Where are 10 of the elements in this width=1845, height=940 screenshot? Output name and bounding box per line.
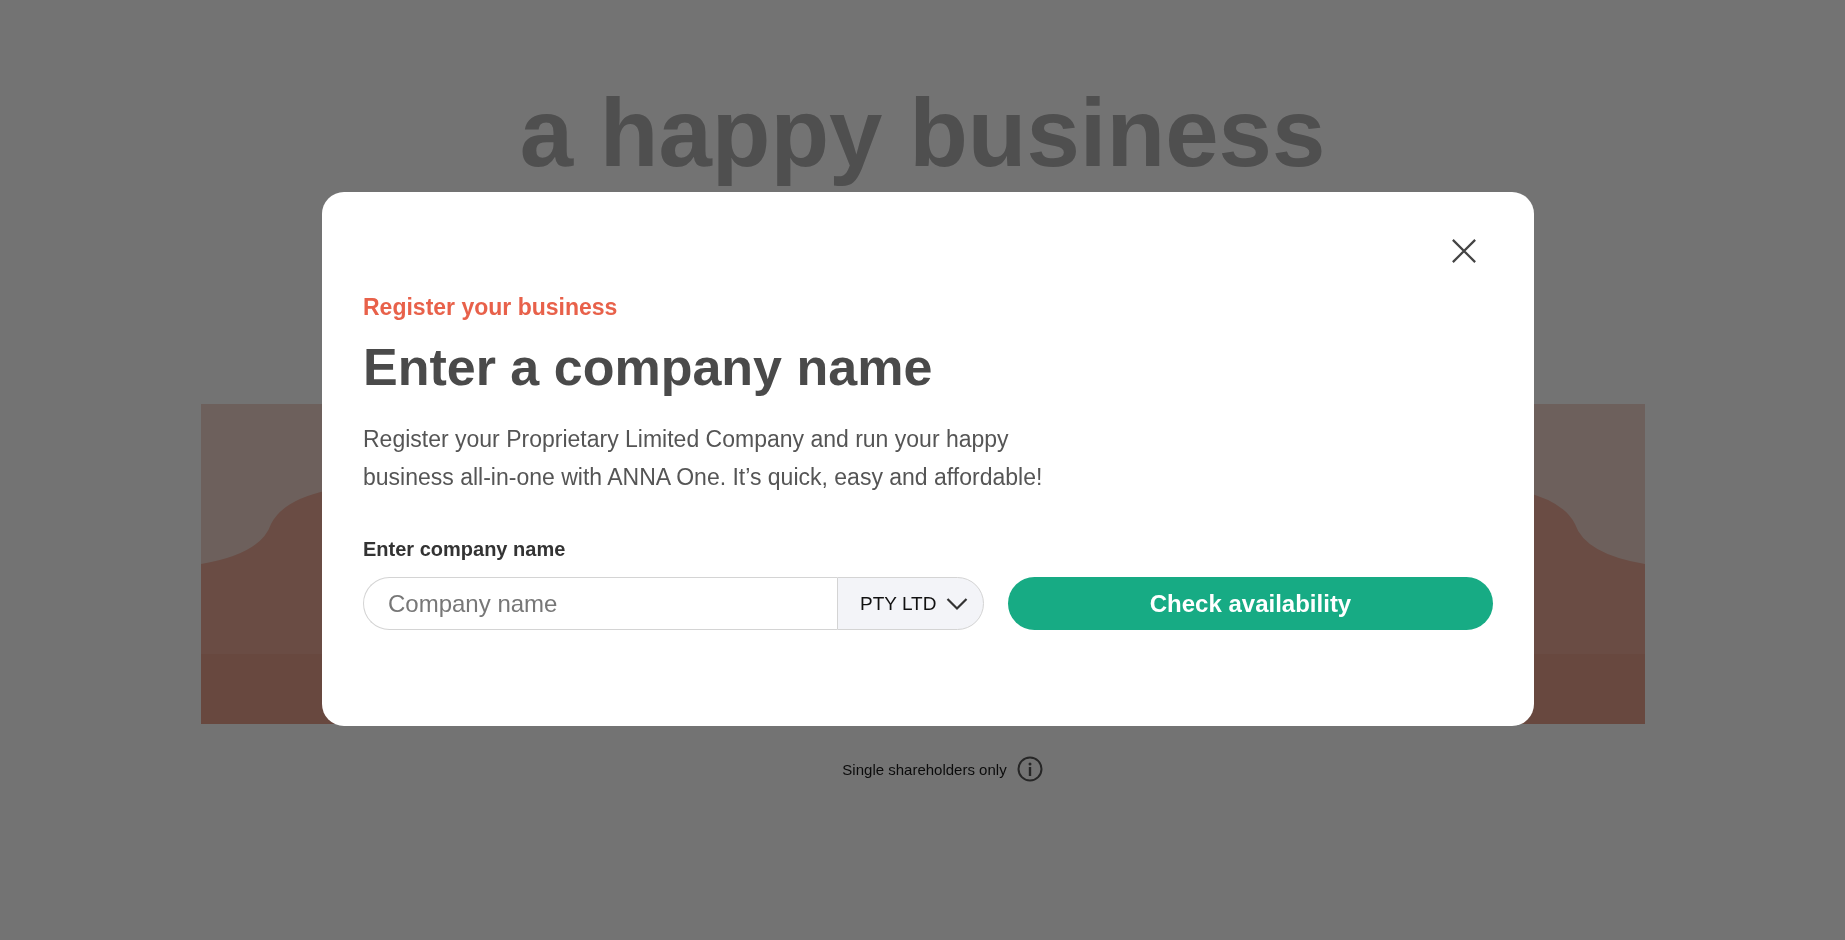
info-icon[interactable]: [1016, 756, 1043, 782]
company-type-dropdown[interactable]: PTY LTD: [837, 577, 984, 631]
modal-eyebrow: Register your business: [363, 294, 619, 321]
caret-icon: [946, 596, 969, 611]
modal-description: Register your Proprietary Limited Company and run your happy business all-in-one with ANNA One. It’s quick, easy and affordable!: [363, 425, 1044, 493]
company-name-field[interactable]: Company name: [363, 577, 837, 631]
field-label: Enter company name: [363, 538, 567, 562]
modal-title: Enter a company name: [363, 339, 934, 397]
shareholders-note: Single shareholders only: [842, 760, 1007, 778]
close-icon[interactable]: [1451, 238, 1477, 264]
